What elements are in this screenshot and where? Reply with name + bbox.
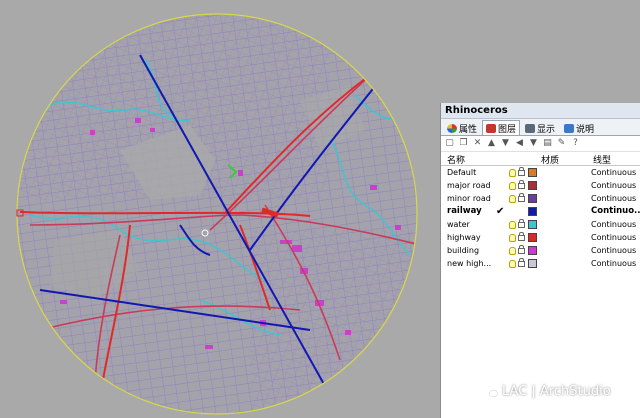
new-layer-icon[interactable]: ▢ <box>445 139 454 148</box>
layer-color-swatch[interactable] <box>528 207 537 216</box>
layer-row[interactable]: minor road Continuous <box>441 192 640 205</box>
tab-properties[interactable]: 属性 <box>443 120 481 135</box>
layer-color-swatch[interactable] <box>528 194 537 203</box>
visibility-bulb-icon[interactable] <box>509 247 516 255</box>
column-material[interactable]: 材质 <box>541 153 559 166</box>
layer-row[interactable]: railway ✔ Continuo... <box>441 205 640 218</box>
layers-toolbar: ▢ ❐ ✕ ▲ ▼ ◀ ▼ ▤ ✎ ? <box>441 136 640 152</box>
visibility-bulb-icon[interactable] <box>509 169 516 177</box>
tab-label: 属性 <box>459 124 478 135</box>
help-icon <box>564 123 575 133</box>
layer-list: Default Continuous major road Continuous min… <box>441 166 640 270</box>
layer-linetype[interactable]: Continuous <box>591 257 636 270</box>
move-up-icon[interactable]: ▲ <box>487 139 496 148</box>
layer-name[interactable]: highway <box>447 231 481 244</box>
layer-name[interactable]: minor road <box>447 192 491 205</box>
layer-linetype[interactable]: Continuous <box>591 218 636 231</box>
layer-name[interactable]: new high... <box>447 257 491 270</box>
display-icon <box>525 123 536 133</box>
layer-linetype[interactable]: Continuous <box>591 231 636 244</box>
panel-title: Rhinoceros <box>441 103 640 119</box>
wechat-icon <box>484 386 498 397</box>
lock-icon[interactable] <box>518 219 525 228</box>
notes-icon[interactable]: ▤ <box>543 139 552 148</box>
current-layer-check-icon[interactable]: ✔ <box>496 205 504 218</box>
visibility-bulb-icon[interactable] <box>509 234 516 242</box>
panel-tabs: 属性 图层 显示 说明 <box>441 119 640 136</box>
layer-linetype[interactable]: Continuous <box>591 192 636 205</box>
move-down-icon[interactable]: ▼ <box>501 139 510 148</box>
lock-icon[interactable] <box>518 193 525 202</box>
layer-color-swatch[interactable] <box>528 181 537 190</box>
layer-linetype[interactable]: Continuo... <box>591 205 640 218</box>
layer-linetype[interactable]: Continuous <box>591 179 636 192</box>
layer-color-swatch[interactable] <box>528 233 537 242</box>
layer-row[interactable]: highway Continuous <box>441 231 640 244</box>
watermark: LAC | ArchStudio <box>484 384 611 399</box>
filter-icon[interactable]: ▼ <box>529 139 538 148</box>
visibility-bulb-icon[interactable] <box>509 195 516 203</box>
layer-name[interactable]: building <box>447 244 479 257</box>
tab-label: 图层 <box>498 124 517 135</box>
visibility-bulb-icon[interactable] <box>509 260 516 268</box>
move-out-icon[interactable]: ◀ <box>515 139 524 148</box>
layer-name[interactable]: Default <box>447 166 476 179</box>
layer-color-swatch[interactable] <box>528 246 537 255</box>
layer-linetype[interactable]: Continuous <box>591 166 636 179</box>
layer-row[interactable]: major road Continuous <box>441 179 640 192</box>
lock-icon[interactable] <box>518 167 525 176</box>
tab-label: 说明 <box>576 124 595 135</box>
lock-icon[interactable] <box>518 245 525 254</box>
lock-icon[interactable] <box>518 258 525 267</box>
layer-color-swatch[interactable] <box>528 168 537 177</box>
help-icon[interactable]: ? <box>571 139 580 148</box>
layer-row[interactable]: building Continuous <box>441 244 640 257</box>
layer-color-swatch[interactable] <box>528 259 537 268</box>
layer-color-swatch[interactable] <box>528 220 537 229</box>
layer-name[interactable]: water <box>447 218 470 231</box>
visibility-bulb-icon[interactable] <box>509 221 516 229</box>
layer-name[interactable]: major road <box>447 179 491 192</box>
column-name[interactable]: 名称 <box>447 153 465 166</box>
properties-icon <box>447 123 457 133</box>
layer-row[interactable]: new high... Continuous <box>441 257 640 270</box>
delete-icon[interactable]: ✕ <box>473 139 482 148</box>
tab-help[interactable]: 说明 <box>560 120 598 135</box>
layer-row[interactable]: Default Continuous <box>441 166 640 179</box>
column-linetype[interactable]: 线型 <box>593 153 611 166</box>
tab-layers[interactable]: 图层 <box>482 120 521 135</box>
layer-row[interactable]: water Continuous <box>441 218 640 231</box>
lock-icon[interactable] <box>518 232 525 241</box>
new-sublayer-icon[interactable]: ❐ <box>459 139 468 148</box>
layer-name[interactable]: railway <box>447 205 482 218</box>
layer-linetype[interactable]: Continuous <box>591 244 636 257</box>
layers-panel: Rhinoceros 属性 图层 显示 说明 ▢ ❐ ✕ ▲ ▼ ◀ ▼ ▤ ✎… <box>440 103 640 418</box>
tab-label: 显示 <box>537 124 556 135</box>
layers-icon <box>486 123 497 133</box>
watermark-text: LAC | ArchStudio <box>502 384 611 399</box>
tools-icon[interactable]: ✎ <box>557 139 566 148</box>
tab-display[interactable]: 显示 <box>521 120 559 135</box>
layers-header: 名称 材质 线型 <box>441 152 640 166</box>
visibility-bulb-icon[interactable] <box>509 182 516 190</box>
lock-icon[interactable] <box>518 180 525 189</box>
